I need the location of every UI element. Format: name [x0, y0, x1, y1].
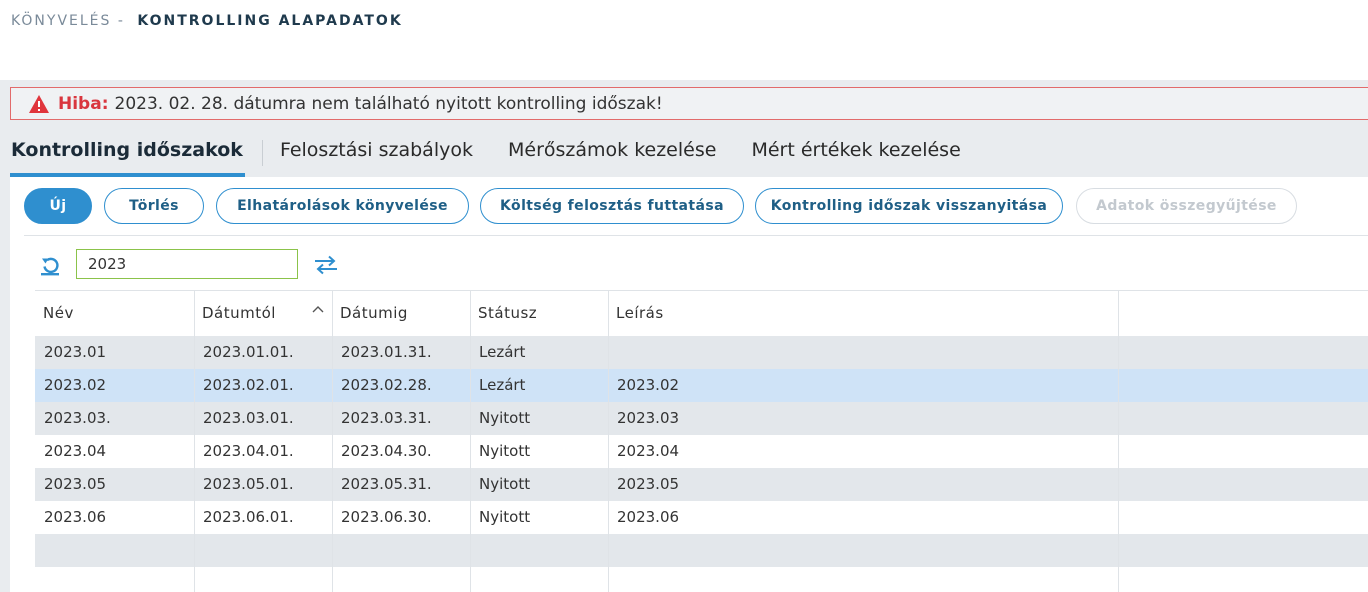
column-header-nev[interactable]: Név: [35, 291, 194, 336]
empty-table-row: [35, 534, 1368, 567]
column-header-leiras[interactable]: Leírás: [608, 291, 1118, 336]
cell-date-to: 2023.04.30.: [341, 442, 432, 460]
cell-description: 2023.04: [617, 442, 680, 460]
cell-date-from: 2023.04.01.: [203, 442, 294, 460]
table-header-row: Név Dátumtól Dátumig Státusz Leírás: [35, 291, 1368, 336]
filter-row: [10, 247, 1368, 281]
page-title: KONTROLLING ALAPADATOK: [137, 13, 403, 29]
sort-ascending-icon: [312, 306, 324, 313]
cell-date-to: 2023.03.31.: [341, 409, 432, 427]
year-filter-input[interactable]: [76, 249, 298, 279]
table-row[interactable]: 2023.06 2023.06.01. 2023.06.30. Nyitott …: [35, 501, 1368, 534]
column-header-statusz[interactable]: Státusz: [470, 291, 608, 336]
warning-triangle-icon: [29, 94, 49, 113]
tab-divider: [261, 140, 263, 166]
cell-name: 2023.06: [44, 508, 107, 526]
cell-date-to: 2023.06.30.: [341, 508, 432, 526]
column-divider: [470, 290, 471, 592]
table-row[interactable]: 2023.05 2023.05.01. 2023.05.31. Nyitott …: [35, 468, 1368, 501]
reopen-period-button[interactable]: Kontrolling időszak visszanyitása: [755, 188, 1063, 224]
cell-date-to: 2023.02.28.: [341, 376, 432, 394]
new-button[interactable]: Új: [24, 188, 92, 224]
column-header-datumig[interactable]: Dátumig: [332, 291, 470, 336]
toolbar-divider: [24, 235, 1368, 236]
error-message: Hiba: 2023. 02. 28. dátumra nem találhat…: [10, 87, 1368, 120]
column-divider: [194, 290, 195, 592]
cell-date-from: 2023.03.01.: [203, 409, 294, 427]
cell-date-to: 2023.05.31.: [341, 475, 432, 493]
tab-meroszamok-kezelese[interactable]: Mérőszámok kezelése: [508, 131, 716, 177]
header: KÖNYVELÉS - KONTROLLING ALAPADATOK: [0, 0, 1368, 80]
column-divider: [1118, 290, 1119, 592]
periods-table: Név Dátumtól Dátumig Státusz Leírás 2023…: [35, 290, 1368, 592]
table-row[interactable]: 2023.01 2023.01.01. 2023.01.31. Lezárt: [35, 336, 1368, 369]
tab-kontrolling-idoszakok[interactable]: Kontrolling időszakok: [10, 131, 245, 177]
column-divider: [608, 290, 609, 592]
column-divider: [332, 290, 333, 592]
cell-name: 2023.03.: [44, 409, 111, 427]
cell-name: 2023.05: [44, 475, 107, 493]
cell-status: Nyitott: [479, 442, 531, 460]
delete-button[interactable]: Törlés: [104, 188, 204, 224]
cell-status: Lezárt: [479, 343, 526, 361]
breadcrumb-separator: -: [117, 13, 125, 29]
cell-description: [608, 336, 617, 369]
cell-description: 2023.03: [617, 409, 680, 427]
error-label: Hiba:: [58, 93, 109, 114]
error-text: 2023. 02. 28. dátumra nem található nyit…: [114, 93, 663, 114]
run-cost-allocation-button[interactable]: Költség felosztás futtatása: [480, 188, 744, 224]
cell-name: 2023.04: [44, 442, 107, 460]
column-header-datumtol[interactable]: Dátumtól: [194, 291, 332, 336]
swap-arrows-icon[interactable]: [313, 255, 339, 275]
table-row[interactable]: 2023.03. 2023.03.01. 2023.03.31. Nyitott…: [35, 402, 1368, 435]
cell-name: 2023.02: [44, 376, 107, 394]
cell-status: Nyitott: [479, 475, 531, 493]
cell-date-from: 2023.01.01.: [203, 343, 294, 361]
cell-description: 2023.02: [617, 376, 680, 394]
cell-date-from: 2023.06.01.: [203, 508, 294, 526]
main-panel: Új Törlés Elhatárolások könyvelése Költs…: [10, 177, 1368, 592]
cell-status: Lezárt: [479, 376, 526, 394]
cell-date-to: 2023.01.31.: [341, 343, 432, 361]
cell-date-from: 2023.05.01.: [203, 475, 294, 493]
reload-icon[interactable]: [38, 253, 62, 277]
tab-bar: Kontrolling időszakok Felosztási szabály…: [10, 131, 996, 177]
cell-description: 2023.05: [617, 475, 680, 493]
breadcrumb-parent[interactable]: KÖNYVELÉS: [11, 13, 111, 29]
tab-mert-ertekek-kezelese[interactable]: Mért értékek kezelése: [751, 131, 960, 177]
table-row[interactable]: 2023.04 2023.04.01. 2023.04.30. Nyitott …: [35, 435, 1368, 468]
collect-data-button: Adatok összegyűjtése: [1076, 188, 1297, 224]
cell-description: 2023.06: [617, 508, 680, 526]
breadcrumb: KÖNYVELÉS - KONTROLLING ALAPADATOK: [11, 13, 403, 29]
cell-date-from: 2023.02.01.: [203, 376, 294, 394]
cell-name: 2023.01: [44, 343, 107, 361]
cell-status: Nyitott: [479, 409, 531, 427]
tab-felosztasi-szabalyok[interactable]: Felosztási szabályok: [280, 131, 473, 177]
post-accruals-button[interactable]: Elhatárolások könyvelése: [216, 188, 469, 224]
table-row[interactable]: 2023.02 2023.02.01. 2023.02.28. Lezárt 2…: [35, 369, 1368, 402]
cell-status: Nyitott: [479, 508, 531, 526]
